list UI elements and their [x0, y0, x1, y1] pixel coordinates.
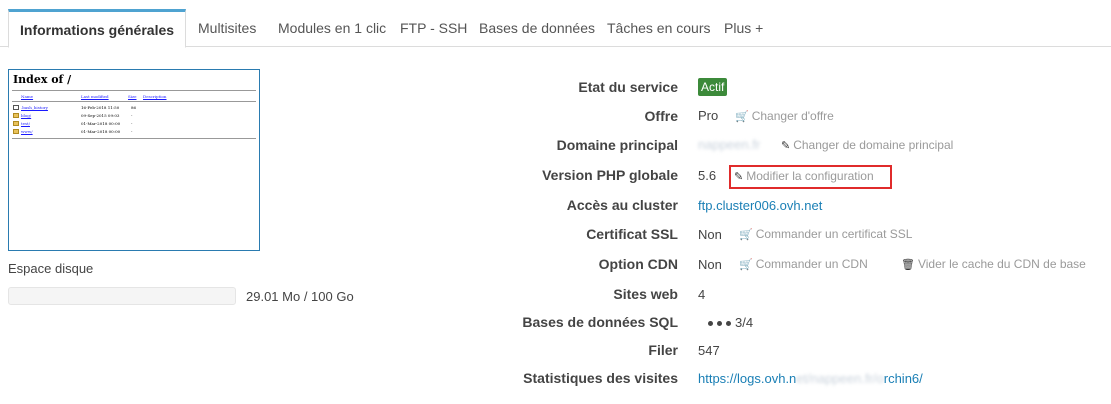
preview-row-modified: 09-Sep-2015 09:03 — [81, 113, 120, 118]
php-value: 5.6 — [698, 168, 717, 183]
etat-label: Etat du service — [578, 79, 678, 95]
preview-divider — [12, 90, 256, 91]
preview-header-description: Description — [143, 94, 167, 99]
cart-icon: 🛒 — [735, 111, 749, 123]
sql-label: Bases de données SQL — [522, 314, 678, 330]
disk-usage-bar — [8, 287, 236, 305]
filer-label: Filer — [648, 342, 678, 358]
disk-space-label: Espace disque — [8, 261, 94, 276]
trash-icon: 🗑 — [901, 259, 915, 271]
preview-row-size: - — [131, 113, 133, 118]
preview-row-modified: 16-Feb-2018 11:50 — [81, 105, 120, 110]
preview-row: test/ 01-Mar-2018 00:00 - — [12, 121, 256, 127]
domaine-label: Domaine principal — [556, 137, 678, 153]
preview-row-name: test/ — [21, 121, 30, 126]
preview-row-size: - — [131, 121, 133, 126]
commander-ssl-text: Commander un certificat SSL — [755, 227, 913, 241]
preview-row-modified: 01-Mar-2018 00:00 — [81, 129, 121, 134]
changer-domaine-text: Changer de domaine principal — [793, 138, 954, 152]
tab-plus[interactable]: Plus + — [711, 9, 776, 47]
commander-cdn-link[interactable]: 🛒 Commander un CDN — [739, 257, 868, 271]
offre-value: Pro — [698, 108, 719, 123]
commander-ssl-link[interactable]: 🛒 Commander un certificat SSL — [739, 227, 912, 241]
vider-cache-cdn-text: Vider le cache du CDN de base — [917, 257, 1086, 271]
preview-header-name: Name — [21, 94, 34, 99]
cart-icon: 🛒 — [739, 229, 753, 241]
tab-informations-generales[interactable]: Informations générales — [8, 9, 187, 48]
preview-title: Index of / — [13, 73, 72, 86]
vider-cache-cdn-link[interactable]: 🗑 Vider le cache du CDN de base — [901, 257, 1086, 271]
preview-divider — [12, 101, 256, 102]
disk-usage-text: 29.01 Mo / 100 Go — [246, 289, 354, 304]
folder-icon — [13, 113, 19, 118]
domaine-value: nappeen.fr — [698, 137, 761, 152]
folder-icon — [13, 121, 19, 126]
cart-icon: 🛒 — [739, 259, 753, 271]
status-badge: Actif — [698, 78, 728, 96]
changer-domaine-link[interactable]: ✎ Changer de domaine principal — [781, 138, 953, 152]
preview-header-size: Size — [128, 94, 137, 99]
cdn-label: Option CDN — [598, 256, 678, 272]
ssl-value: Non — [698, 227, 722, 242]
preview-row: blog/ 09-Sep-2015 09:03 - — [12, 113, 256, 119]
cluster-link[interactable]: ftp.cluster006.ovh.net — [698, 198, 822, 213]
preview-row-size: - — [131, 129, 133, 134]
preview-row-name: blog/ — [21, 113, 32, 118]
stats-link-prefix: https://logs.ovh.n — [698, 371, 797, 386]
php-label: Version PHP globale — [542, 167, 678, 183]
sql-value: 3/4 — [708, 315, 753, 330]
preview-row-name: www/ — [21, 129, 33, 134]
sites-value: 4 — [698, 287, 706, 302]
preview-row-modified: 01-Mar-2018 00:00 — [81, 121, 121, 126]
tab-bar: Informations générales Multisites Module… — [0, 9, 1111, 48]
file-icon — [13, 105, 19, 110]
commander-cdn-text: Commander un CDN — [755, 257, 868, 271]
stats-link-redacted: et/nappeen.fr/o — [796, 371, 884, 386]
tab-taches-en-cours[interactable]: Tâches en cours — [594, 9, 724, 47]
stats-link-suffix: rchin6/ — [883, 371, 923, 386]
edit-icon: ✎ — [781, 140, 791, 152]
folder-icon — [13, 129, 19, 134]
changer-offre-text: Changer d'offre — [751, 109, 834, 123]
stats-link[interactable]: https://logs.ovh.net/nappeen.fr/orchin6/ — [698, 371, 923, 386]
cdn-value: Non — [698, 257, 722, 272]
preview-header-modified: Last modified — [81, 94, 109, 99]
sql-count: 3/4 — [735, 315, 754, 330]
preview-row-name: .bash_history — [21, 105, 48, 110]
loading-dots-icon — [708, 315, 735, 330]
tab-multisites[interactable]: Multisites — [185, 9, 269, 47]
highlight-box — [729, 165, 892, 189]
filer-value: 547 — [698, 343, 720, 358]
preview-divider — [12, 138, 256, 139]
preview-row: www/ 01-Mar-2018 00:00 - — [12, 129, 256, 135]
cluster-label: Accès au cluster — [566, 197, 678, 213]
preview-header-row: Name Last modified Size Description — [12, 94, 256, 100]
site-preview-thumbnail[interactable]: Index of / Name Last modified Size Descr… — [8, 69, 260, 251]
stats-label: Statistiques des visites — [523, 370, 678, 386]
tab-modules-1-clic[interactable]: Modules en 1 clic — [265, 9, 399, 47]
sites-label: Sites web — [613, 286, 678, 302]
ssl-label: Certificat SSL — [586, 226, 678, 242]
tab-bases-de-donnees[interactable]: Bases de données — [466, 9, 608, 47]
changer-offre-link[interactable]: 🛒 Changer d'offre — [735, 109, 834, 123]
offre-label: Offre — [644, 108, 678, 124]
preview-row: .bash_history 16-Feb-2018 11:50 86 — [12, 105, 256, 111]
preview-row-size: 86 — [131, 105, 137, 110]
